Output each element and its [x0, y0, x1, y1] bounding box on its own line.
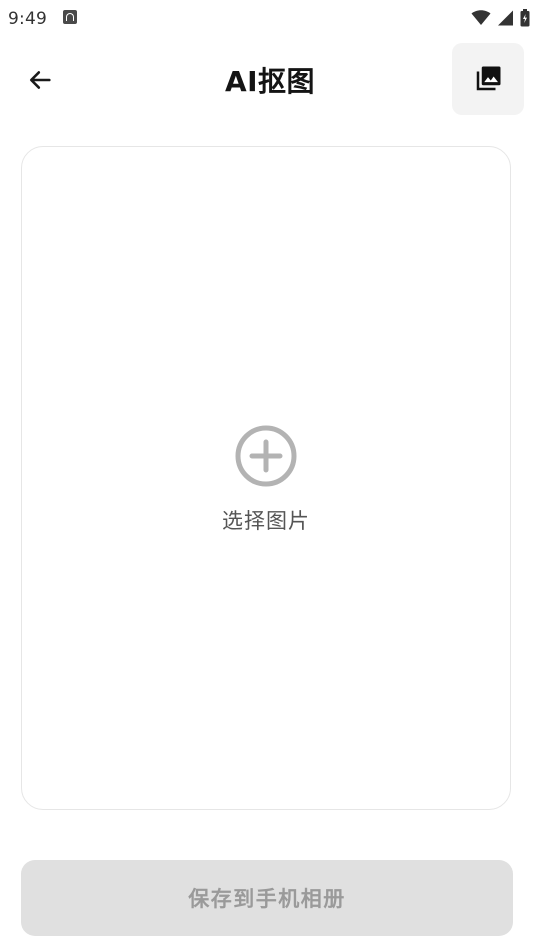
status-time: 9:49: [8, 9, 47, 29]
image-picker-center: 选择图片: [22, 425, 510, 535]
photo-library-icon: [476, 66, 501, 91]
battery-icon: [520, 9, 530, 27]
image-picker-card[interactable]: 选择图片: [21, 146, 511, 810]
add-circle-icon: [235, 425, 297, 487]
signal-icon: [498, 10, 513, 26]
notification-a-icon: [63, 10, 77, 24]
save-to-album-button[interactable]: 保存到手机相册: [21, 860, 513, 936]
select-image-label: 选择图片: [222, 509, 310, 533]
status-bar: 9:49: [0, 0, 540, 40]
app-bar: AI抠图: [0, 40, 540, 120]
status-icons: [471, 8, 530, 28]
gallery-button[interactable]: [452, 43, 524, 115]
wifi-icon: [471, 10, 491, 25]
